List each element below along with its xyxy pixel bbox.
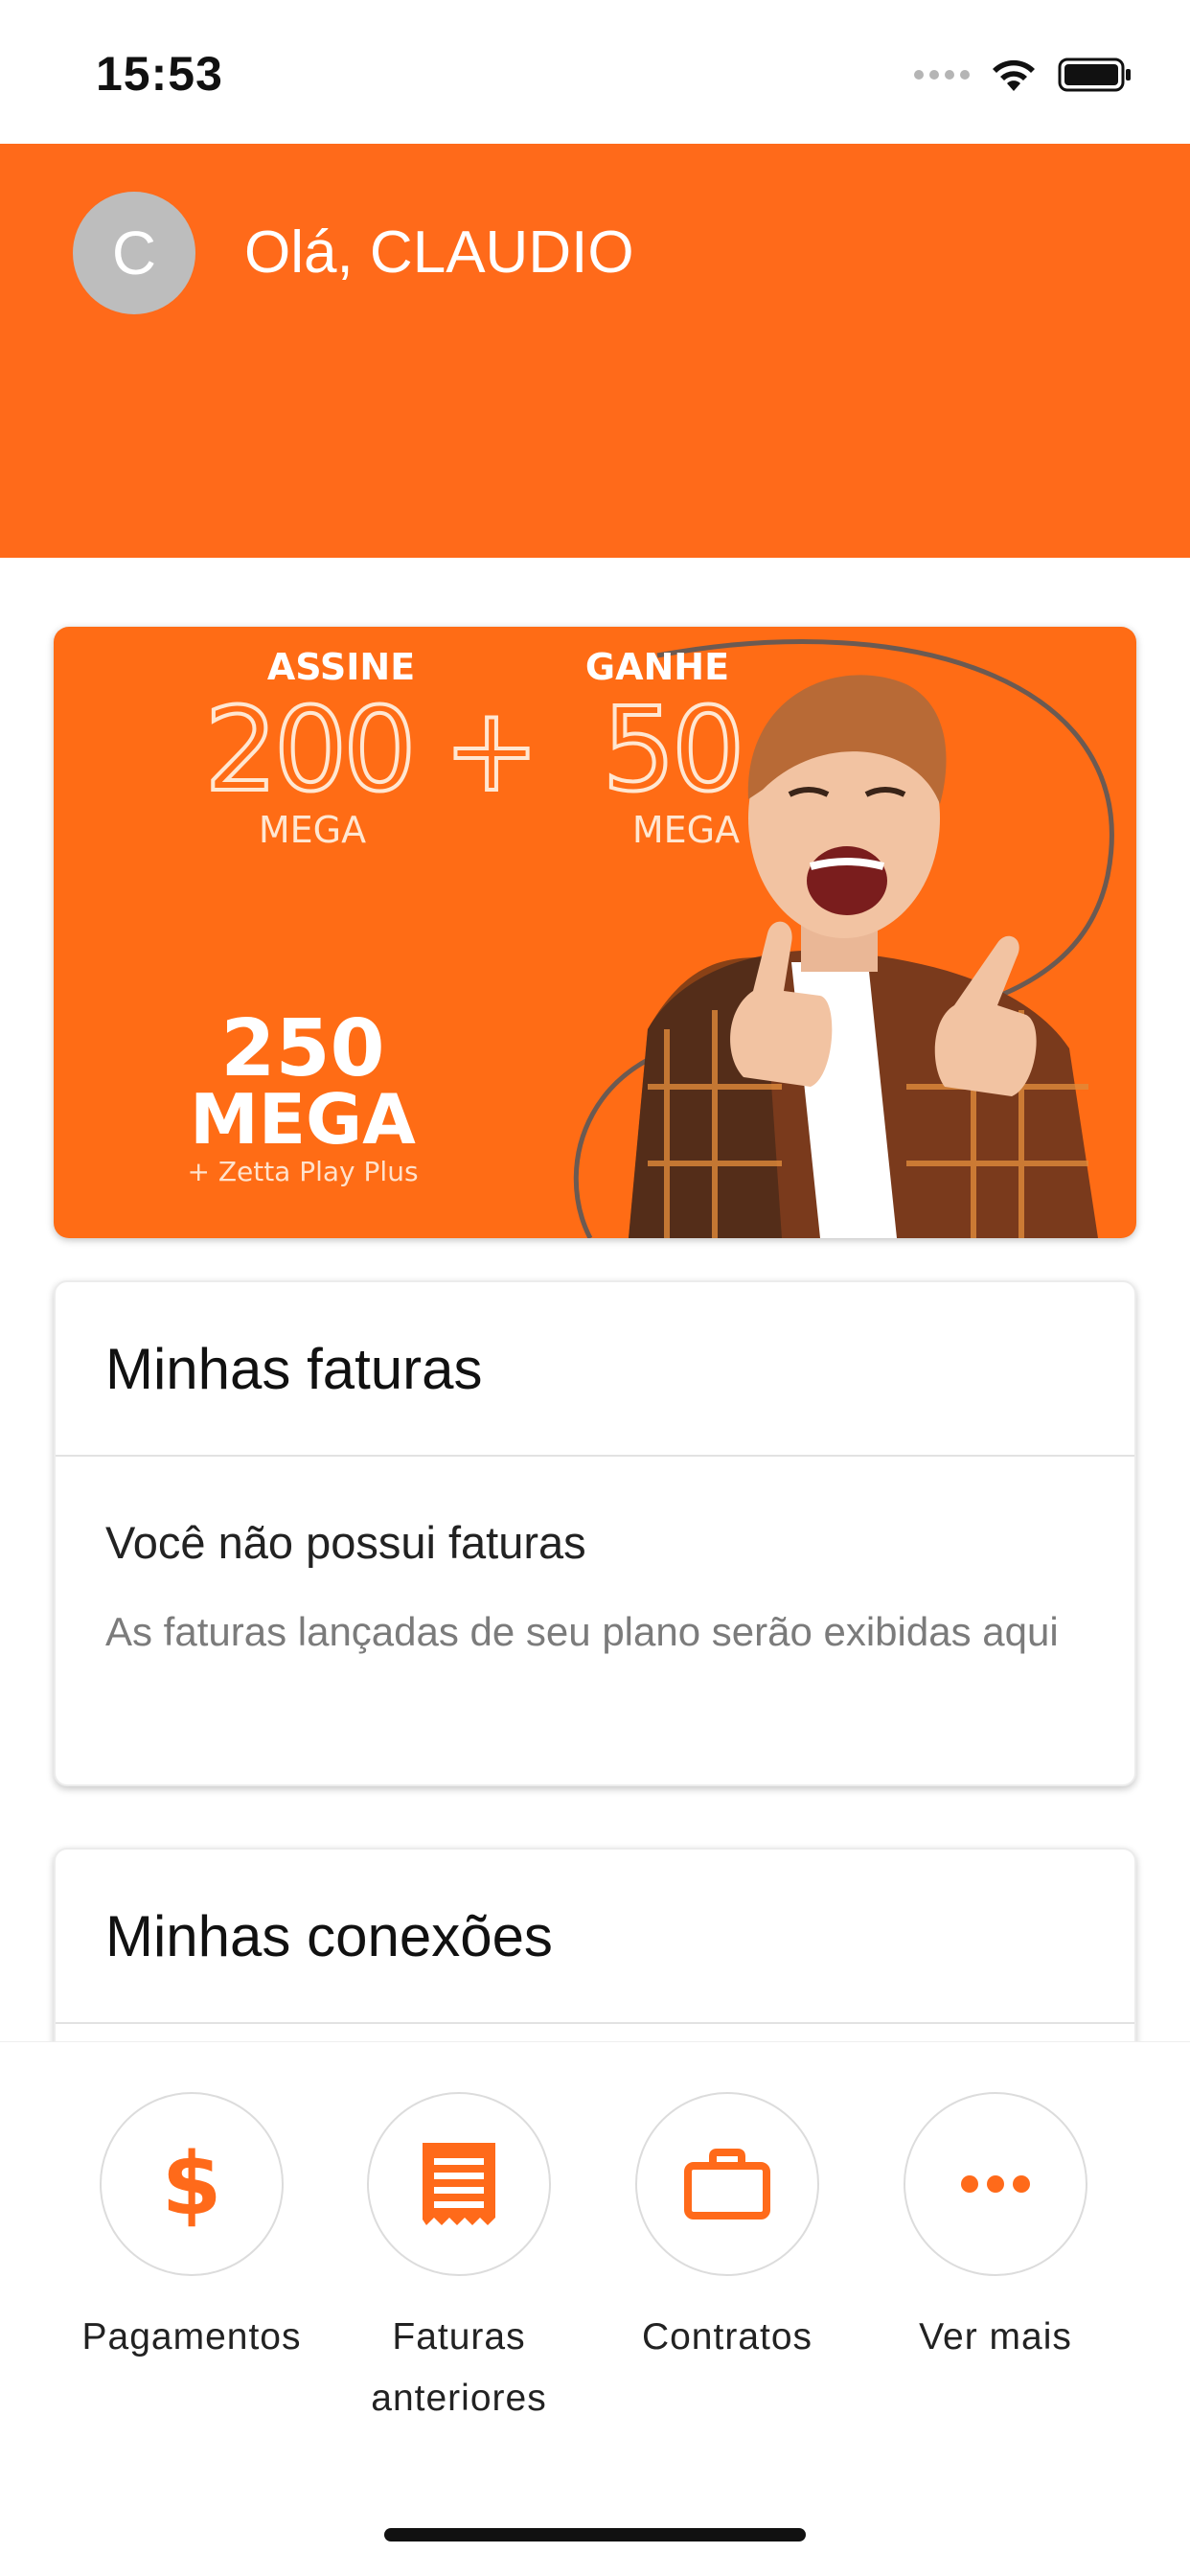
payments-label: Pagamentos: [81, 2316, 302, 2358]
banner-total-unit: MEGA: [190, 1079, 416, 1160]
banner-unit-a: MEGA: [258, 809, 367, 851]
bottom-action-bar: $ Pagamentos Faturas anteriores Contrato…: [0, 2041, 1190, 2576]
banner-value-b: 50: [601, 682, 747, 819]
banner-plus-sign: +: [442, 682, 542, 819]
see-more-label: Ver mais: [919, 2316, 1072, 2358]
banner-addon-text: + Zetta Play Plus: [187, 1156, 419, 1187]
see-more-button-circle[interactable]: [904, 2092, 1087, 2276]
invoices-card-title: Minhas faturas: [56, 1282, 1134, 1457]
invoices-card[interactable]: Minhas faturas Você não possui faturas A…: [54, 1280, 1136, 1786]
see-more-button[interactable]: Ver mais: [861, 2092, 1130, 2368]
avatar[interactable]: C: [73, 192, 195, 314]
status-icons: [914, 56, 1133, 94]
status-time: 15:53: [96, 47, 223, 101]
briefcase-icon: [684, 2149, 770, 2220]
previous-invoices-button[interactable]: Faturas anteriores: [325, 2092, 593, 2429]
invoices-empty-description: As faturas lançadas de seu plano serão e…: [105, 1609, 1059, 1654]
banner-assine-text: ASSINE: [266, 646, 416, 688]
wifi-icon: [989, 57, 1039, 93]
payments-button[interactable]: $ Pagamentos: [57, 2092, 326, 2368]
status-bar: 15:53: [0, 0, 1190, 144]
dollar-icon: $: [161, 2133, 222, 2235]
contracts-button-circle[interactable]: [635, 2092, 819, 2276]
connections-card-title: Minhas conexões: [56, 1850, 1134, 2024]
contracts-button[interactable]: Contratos: [593, 2092, 861, 2368]
greeting-text: Olá, CLAUDIO: [244, 219, 634, 286]
promo-banner[interactable]: ASSINE GANHE 200 + 50 MEGA MEGA 250 MEGA…: [54, 627, 1136, 1238]
previous-invoices-label: Faturas anteriores: [371, 2316, 547, 2419]
banner-ganhe-text: GANHE: [584, 646, 730, 688]
receipt-icon: [423, 2143, 495, 2225]
banner-total: 250: [220, 1003, 385, 1094]
previous-invoices-button-circle[interactable]: [367, 2092, 551, 2276]
battery-icon: [1058, 57, 1133, 93]
banner-value-a: 200: [202, 682, 418, 819]
contracts-label: Contratos: [641, 2316, 813, 2358]
payments-button-circle[interactable]: $: [100, 2092, 284, 2276]
cellular-signal-icon: [914, 70, 970, 80]
invoices-card-body: Você não possui faturas As faturas lança…: [56, 1457, 1134, 1668]
profile-header: C Olá, CLAUDIO: [0, 144, 1190, 558]
more-icon: [961, 2175, 1030, 2193]
banner-unit-b: MEGA: [631, 809, 741, 851]
invoices-empty-title: Você não possui faturas: [105, 1517, 586, 1568]
home-indicator[interactable]: [384, 2528, 806, 2542]
